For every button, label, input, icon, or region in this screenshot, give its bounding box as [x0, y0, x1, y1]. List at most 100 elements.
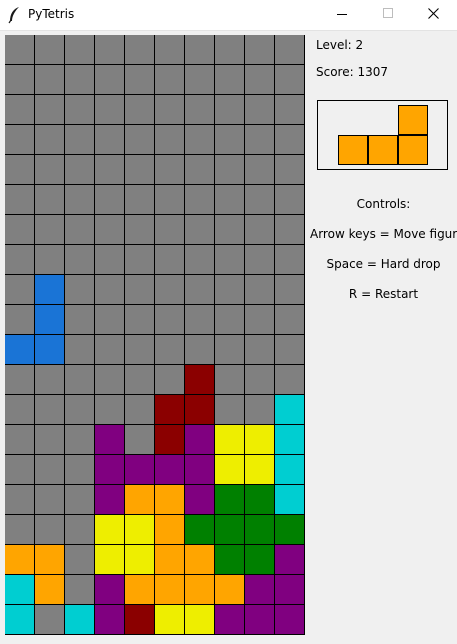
- board-cell-empty: [275, 365, 304, 394]
- board-cell-filled: [185, 575, 214, 604]
- board-cell-filled: [245, 545, 274, 574]
- board-cell-empty: [155, 305, 184, 334]
- board-cell-filled: [65, 605, 94, 634]
- board-cell-empty: [35, 365, 64, 394]
- board-cell-filled: [185, 605, 214, 634]
- board-cell-empty: [155, 155, 184, 184]
- board-cell-filled: [215, 485, 244, 514]
- board-cell-filled: [35, 275, 64, 304]
- board-cell-empty: [5, 185, 34, 214]
- board-cell-filled: [155, 515, 184, 544]
- board-cell-empty: [245, 245, 274, 274]
- board-cell-empty: [65, 65, 94, 94]
- board-cell-empty: [215, 395, 244, 424]
- board-cell-filled: [5, 575, 34, 604]
- board-cell-empty: [215, 155, 244, 184]
- board-cell-filled: [275, 575, 304, 604]
- board-cell-filled: [95, 425, 124, 454]
- maximize-button[interactable]: [365, 0, 411, 30]
- board-cell-filled: [95, 545, 124, 574]
- board-cell-empty: [215, 125, 244, 154]
- board-cell-filled: [185, 485, 214, 514]
- board-cell-filled: [125, 575, 154, 604]
- board-cell-filled: [245, 515, 274, 544]
- board-cell-empty: [185, 275, 214, 304]
- board-cell-filled: [35, 335, 64, 364]
- level-label: Level: 2: [316, 38, 364, 52]
- board-cell-empty: [5, 455, 34, 484]
- board-cell-filled: [155, 545, 184, 574]
- board-cell-empty: [95, 305, 124, 334]
- close-icon: [428, 8, 439, 19]
- game-board[interactable]: [5, 35, 305, 635]
- board-cell-empty: [35, 485, 64, 514]
- score-label: Score: 1307: [316, 65, 389, 79]
- board-cell-empty: [65, 515, 94, 544]
- board-cell-empty: [275, 155, 304, 184]
- board-cell-empty: [65, 335, 94, 364]
- board-cell-empty: [155, 125, 184, 154]
- board-cell-empty: [65, 245, 94, 274]
- board-cell-empty: [275, 245, 304, 274]
- board-cell-filled: [275, 545, 304, 574]
- board-cell-empty: [65, 485, 94, 514]
- board-cell-filled: [95, 575, 124, 604]
- board-cell-filled: [155, 455, 184, 484]
- board-cell-filled: [275, 425, 304, 454]
- title-bar: PyTetris: [0, 0, 457, 31]
- board-cell-empty: [5, 485, 34, 514]
- board-cell-empty: [155, 335, 184, 364]
- board-cell-filled: [125, 485, 154, 514]
- control-restart-hint: R = Restart: [348, 287, 419, 301]
- board-cell-filled: [185, 365, 214, 394]
- board-cell-filled: [215, 575, 244, 604]
- board-cell-empty: [65, 275, 94, 304]
- board-cell-empty: [35, 155, 64, 184]
- next-piece-block: [368, 135, 398, 165]
- board-cell-filled: [155, 425, 184, 454]
- board-cell-empty: [125, 275, 154, 304]
- board-cell-filled: [95, 485, 124, 514]
- board-cell-empty: [275, 275, 304, 304]
- board-cell-empty: [245, 95, 274, 124]
- board-cell-empty: [35, 65, 64, 94]
- board-cell-empty: [35, 515, 64, 544]
- board-cell-filled: [185, 455, 214, 484]
- board-cell-filled: [245, 455, 274, 484]
- board-cell-filled: [185, 515, 214, 544]
- board-cell-empty: [275, 125, 304, 154]
- board-cell-empty: [245, 155, 274, 184]
- next-piece-block: [338, 135, 368, 165]
- board-cell-filled: [125, 545, 154, 574]
- close-button[interactable]: [411, 0, 457, 30]
- board-cell-filled: [185, 545, 214, 574]
- board-cell-empty: [5, 245, 34, 274]
- board-cell-empty: [275, 185, 304, 214]
- board-cell-empty: [65, 425, 94, 454]
- board-cell-empty: [65, 455, 94, 484]
- board-cell-empty: [5, 95, 34, 124]
- board-cell-filled: [185, 425, 214, 454]
- board-cell-empty: [245, 365, 274, 394]
- board-cell-filled: [125, 515, 154, 544]
- board-cell-empty: [275, 65, 304, 94]
- board-cell-empty: [185, 335, 214, 364]
- board-cell-empty: [215, 65, 244, 94]
- board-cell-empty: [35, 95, 64, 124]
- board-cell-empty: [5, 425, 34, 454]
- minimize-button[interactable]: [319, 0, 365, 30]
- board-cell-empty: [65, 305, 94, 334]
- board-cell-filled: [35, 575, 64, 604]
- board-cell-empty: [5, 305, 34, 334]
- board-cell-filled: [245, 425, 274, 454]
- board-cell-empty: [275, 305, 304, 334]
- board-cell-empty: [215, 305, 244, 334]
- board-cell-empty: [65, 125, 94, 154]
- board-cell-empty: [215, 275, 244, 304]
- board-cell-empty: [185, 95, 214, 124]
- board-cell-filled: [185, 395, 214, 424]
- board-cell-empty: [125, 155, 154, 184]
- board-cell-filled: [245, 575, 274, 604]
- board-cell-empty: [215, 95, 244, 124]
- board-cell-empty: [95, 365, 124, 394]
